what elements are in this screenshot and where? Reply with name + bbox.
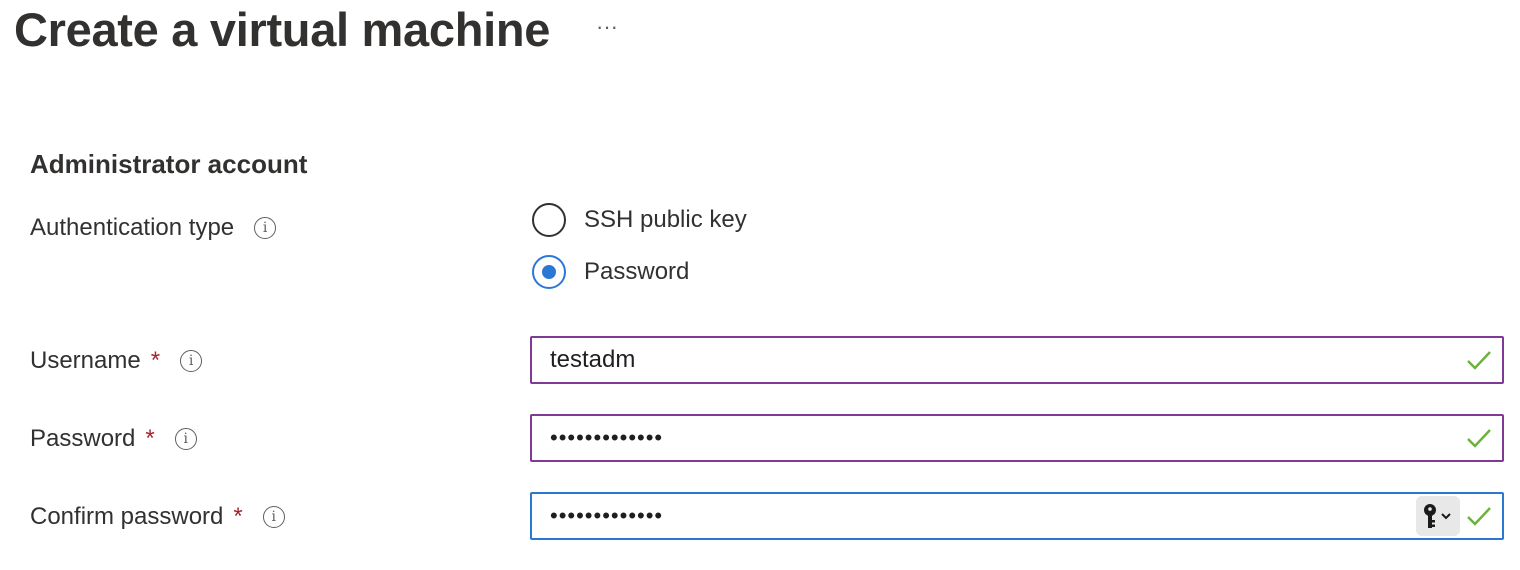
auth-type-label-row: Authentication type i — [30, 210, 277, 246]
info-icon[interactable]: i — [180, 350, 203, 372]
username-field[interactable]: testadm — [530, 336, 1504, 384]
required-marker: * — [150, 347, 161, 374]
password-label: Password — [30, 425, 136, 452]
auth-type-label: Authentication type — [30, 214, 235, 241]
radio-ssh-public-key[interactable]: SSH public key — [532, 203, 747, 237]
required-marker: * — [233, 503, 243, 530]
radio-password[interactable]: Password — [532, 255, 689, 289]
info-icon[interactable]: i — [254, 217, 277, 239]
radio-circle-icon[interactable] — [532, 203, 566, 237]
checkmark-icon — [1467, 507, 1491, 526]
radio-label-ssh: SSH public key — [584, 206, 747, 233]
username-input[interactable]: testadm — [532, 346, 1464, 374]
key-icon — [1424, 504, 1451, 528]
info-icon[interactable]: i — [262, 506, 285, 528]
info-icon[interactable]: i — [174, 428, 197, 450]
confirm-password-input[interactable]: ••••••••••••• — [532, 503, 1416, 529]
confirm-password-field[interactable]: ••••••••••••• — [530, 492, 1504, 540]
password-label-row: Password * i — [30, 421, 197, 457]
password-field[interactable]: ••••••••••••• — [530, 414, 1504, 462]
required-marker: * — [145, 425, 155, 452]
radio-label-password: Password — [584, 258, 690, 285]
checkmark-icon — [1467, 351, 1491, 370]
username-label: Username — [30, 347, 141, 374]
username-label-row: Username * i — [30, 343, 203, 379]
section-title: Administrator account — [30, 149, 308, 179]
more-options-button[interactable]: ··· — [590, 12, 624, 42]
confirm-password-label: Confirm password — [30, 503, 224, 530]
password-manager-button[interactable] — [1416, 496, 1460, 536]
chevron-down-icon — [1441, 513, 1451, 520]
checkmark-icon — [1467, 429, 1491, 448]
password-input[interactable]: ••••••••••••• — [532, 425, 1464, 451]
page-title: Create a virtual machine — [14, 3, 551, 56]
confirm-password-label-row: Confirm password * i — [30, 499, 285, 535]
radio-circle-checked-icon[interactable] — [532, 255, 566, 289]
